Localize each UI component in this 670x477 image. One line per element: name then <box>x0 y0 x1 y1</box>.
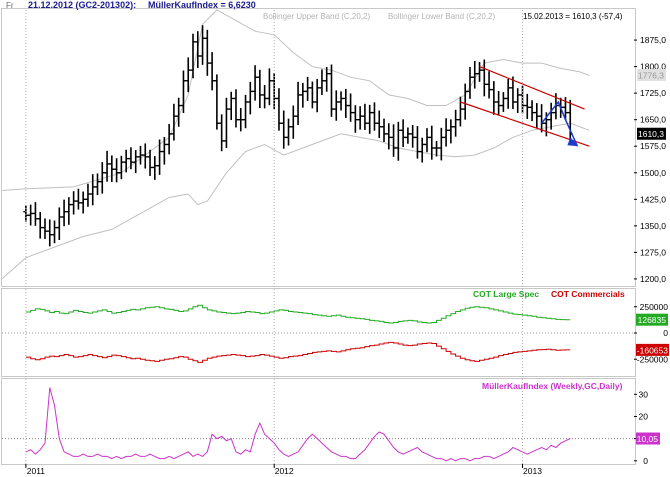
price-y-tick-label: 1425,0 <box>640 194 666 204</box>
legend-lower-band: Bollinger Lower Band (C,20,2) <box>388 12 496 21</box>
price-y-tick-label: 1200,0 <box>640 274 666 284</box>
price-label-text: 1610,3 <box>638 129 664 139</box>
cot-legend-commercials: COT Commercials <box>551 289 625 299</box>
kauf-value: 10,05 <box>637 434 659 444</box>
x-tick-label: 2012 <box>275 466 294 476</box>
price-y-tick-label: 1650,0 <box>640 115 666 125</box>
cot-legend-large-spec: COT Large Spec <box>473 289 539 299</box>
chart-canvas: Fr 21.12.2012 (GC2-201302): MüllerKaufIn… <box>0 0 670 477</box>
price-y-tick-label: 1500,0 <box>640 168 666 178</box>
header-indicator: MüllerKaufIndex = 6,6230 <box>148 0 256 10</box>
price-y-tick-label: 1275,0 <box>640 247 666 257</box>
x-tick-label: 2013 <box>523 466 542 476</box>
cot-y-tick-label: 0 <box>663 328 668 338</box>
price-y-tick-label: 1350,0 <box>640 221 666 231</box>
cot-large-spec-value: 126835 <box>638 315 667 325</box>
kauf-legend: MüllerKaufIndex (Weekly,GC,Daily) <box>482 381 623 391</box>
price-y-tick-label: 1575,0 <box>640 141 666 151</box>
last-quote-label: 15.02.2013 = 1610,3 (-57,4) <box>523 12 623 21</box>
price-y-tick-label: 1875,0 <box>640 35 666 45</box>
cot-commercials-value: -160653 <box>637 345 668 355</box>
legend-upper-band: Bollinger Upper Band (C,20,2) <box>263 12 371 21</box>
kauf-y-tick-label: 30 <box>639 389 649 399</box>
price-y-tick-label: 1725,0 <box>640 88 666 98</box>
header-prefix: Fr <box>6 1 14 10</box>
cot-y-tick-label: 250000 <box>640 302 669 312</box>
kauf-y-tick-label: 0 <box>643 456 648 466</box>
header-date-symbol: 21.12.2012 (GC2-201302): <box>28 0 136 10</box>
price-label-text: 1776,3 <box>638 71 664 81</box>
x-tick-label: 2011 <box>27 466 46 476</box>
kauf-y-tick-label: 20 <box>639 411 649 421</box>
